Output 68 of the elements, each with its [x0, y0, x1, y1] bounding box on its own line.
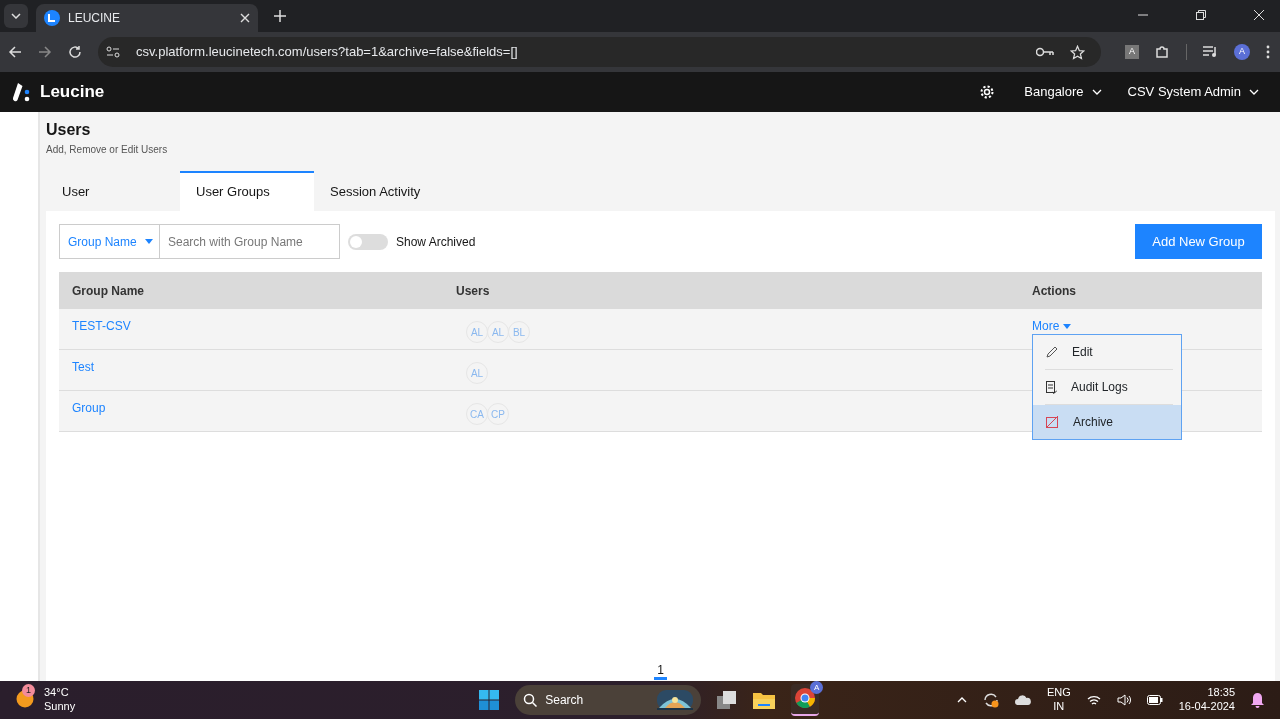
- notification-bell-icon[interactable]: [1251, 692, 1264, 708]
- page-subtitle: Add, Remove or Edit Users: [46, 143, 169, 157]
- toggle-label: Show Archived: [396, 233, 476, 251]
- volume-icon[interactable]: [1116, 694, 1131, 706]
- tab[interactable]: User: [46, 171, 180, 211]
- logo-icon: [12, 82, 32, 102]
- task-view-icon[interactable]: [717, 691, 738, 709]
- caret-icon: [144, 239, 153, 244]
- clock[interactable]: 18:35 16-04-2024: [1178, 686, 1235, 714]
- address-bar[interactable]: csv.platform.leucinetech.com/users?tab=1&archive=false&fields=[]: [98, 37, 1101, 67]
- toggle-switch[interactable]: [348, 233, 388, 250]
- site-favicon-icon: [44, 10, 60, 26]
- profile-avatar[interactable]: A: [1234, 44, 1250, 60]
- menu-item[interactable]: Edit: [1033, 335, 1181, 369]
- star-icon[interactable]: [1070, 44, 1085, 60]
- taskbar-search[interactable]: Search: [515, 685, 702, 715]
- page-title: Users: [46, 120, 92, 140]
- media-icon[interactable]: [1203, 46, 1218, 58]
- sync-icon[interactable]: [982, 692, 999, 708]
- menu-icon[interactable]: [1266, 45, 1270, 59]
- site-settings-icon[interactable]: [106, 46, 120, 58]
- chevron-down-icon[interactable]: [1091, 89, 1102, 95]
- chevron-down-icon[interactable]: [1249, 89, 1259, 95]
- user-menu[interactable]: CSV System Admin: [1114, 75, 1272, 109]
- restore-icon[interactable]: [1196, 10, 1206, 20]
- cloud-icon[interactable]: [1014, 695, 1031, 705]
- log-icon: [1046, 380, 1057, 394]
- pencil-icon: [1046, 346, 1058, 358]
- reload-icon[interactable]: [68, 45, 82, 59]
- weather-condition: Sunny: [44, 700, 76, 714]
- filter-dropdown[interactable]: Group Name: [59, 224, 160, 259]
- temperature: 34°C: [44, 686, 70, 700]
- chevron-up-icon[interactable]: [956, 697, 967, 703]
- caret-icon: [1063, 323, 1072, 329]
- tab-title: LEUCINE: [68, 10, 121, 27]
- new-tab-icon[interactable]: [274, 10, 286, 22]
- folder-icon[interactable]: [753, 691, 776, 709]
- browser-taskbar-button[interactable]: A: [791, 684, 820, 716]
- translate-extension-icon[interactable]: A: [1125, 45, 1139, 59]
- language-indicator[interactable]: ENG IN: [1046, 686, 1071, 714]
- tab[interactable]: Session Activity: [314, 171, 448, 211]
- close-icon[interactable]: [240, 13, 250, 23]
- column-header: Actions: [1031, 282, 1077, 300]
- wifi-icon[interactable]: [1086, 694, 1101, 706]
- browser-tab[interactable]: LEUCINE: [36, 4, 258, 32]
- notification-badge: 1: [22, 684, 35, 697]
- settings-icon[interactable]: [979, 84, 996, 100]
- close-icon[interactable]: [1254, 10, 1264, 20]
- back-icon[interactable]: [8, 45, 22, 59]
- brand-name: Leucine: [40, 81, 105, 104]
- profile-badge: A: [810, 681, 824, 694]
- column-header: Group Name: [71, 282, 145, 300]
- battery-icon[interactable]: [1146, 695, 1163, 705]
- extensions-icon[interactable]: [1155, 44, 1170, 60]
- search-field[interactable]: Search with Group Name: [160, 224, 340, 259]
- add-group-button[interactable]: Add New Group: [1135, 224, 1262, 259]
- forward-icon[interactable]: [38, 45, 52, 59]
- browser-icon: [795, 688, 816, 708]
- tab[interactable]: User Groups: [180, 171, 314, 211]
- column-header: Users: [455, 282, 491, 300]
- menu-item[interactable]: Archive: [1033, 405, 1181, 439]
- key-icon[interactable]: [1036, 47, 1054, 57]
- search-icon: [523, 693, 538, 707]
- tab-list-icon[interactable]: [11, 13, 21, 19]
- menu-item[interactable]: Audit Logs: [1033, 370, 1181, 404]
- archive-icon: [1046, 416, 1059, 428]
- location-dropdown[interactable]: Bangalore: [1011, 75, 1115, 109]
- start-icon[interactable]: [479, 690, 500, 710]
